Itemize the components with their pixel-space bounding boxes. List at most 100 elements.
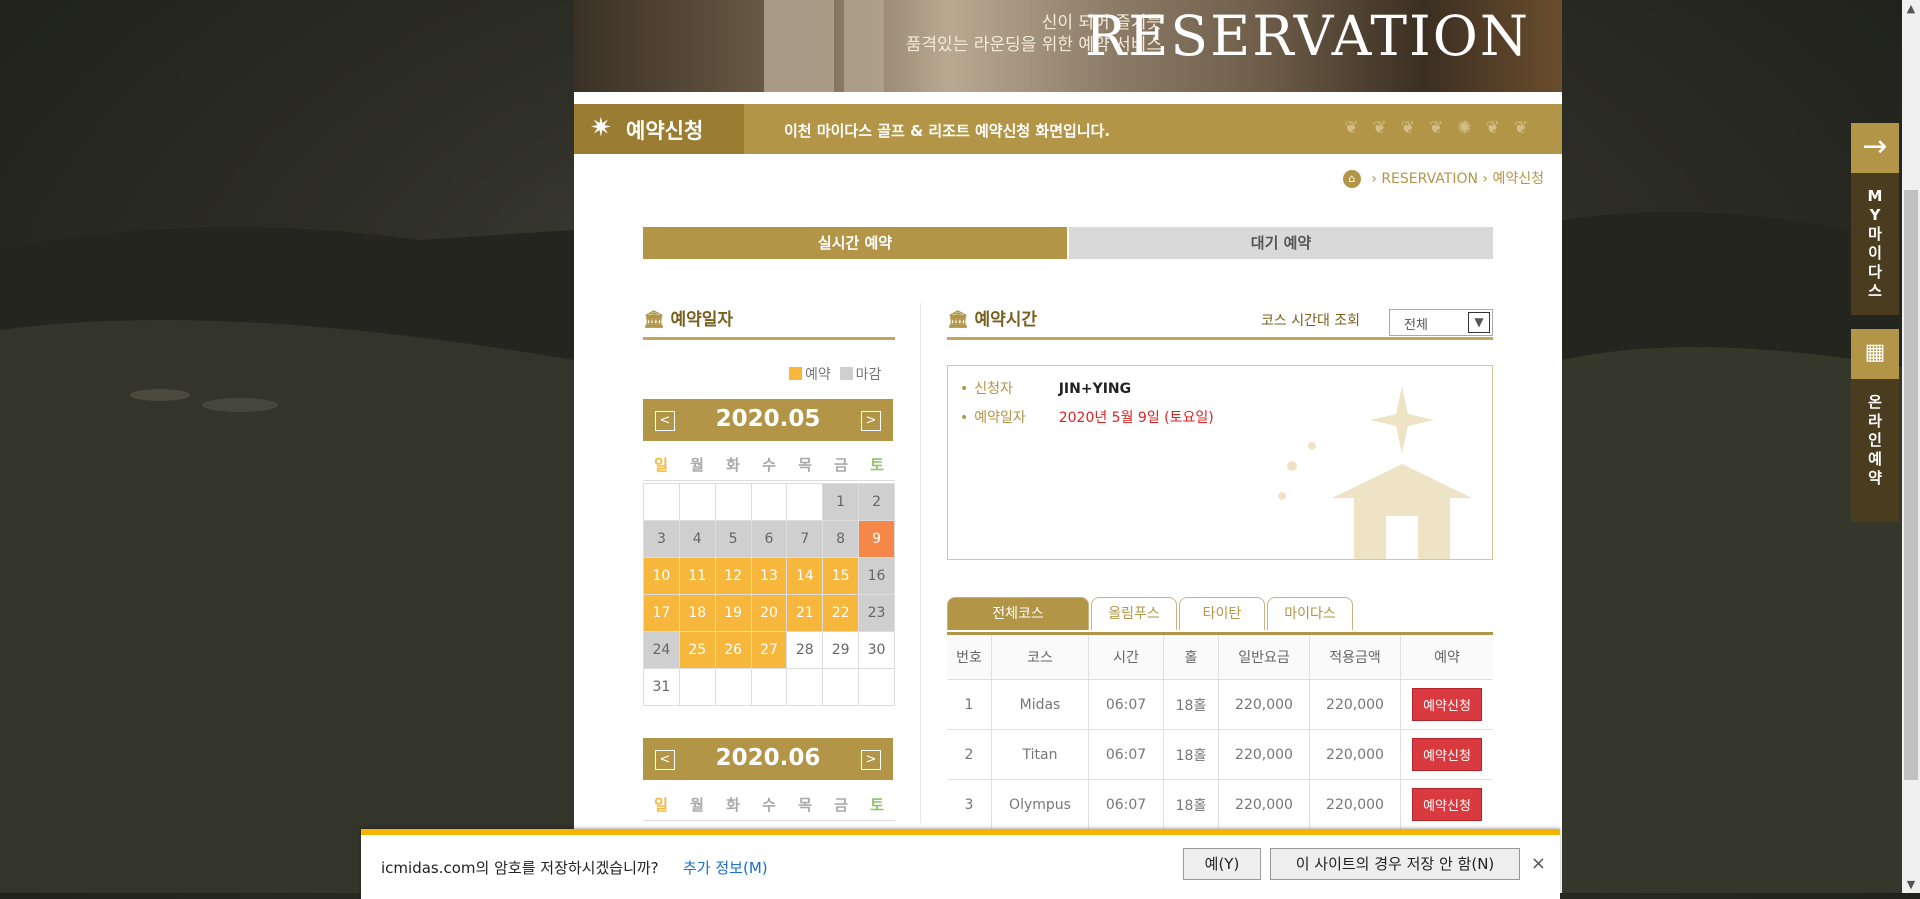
calendar-month-label: 2020.06 bbox=[715, 745, 821, 771]
star-icon: ✷ bbox=[590, 113, 612, 143]
weekday-label: 월 bbox=[690, 796, 704, 814]
date-section-title: 🏛 예약일자 bbox=[643, 310, 734, 330]
calendar-day: 5 bbox=[714, 520, 752, 558]
calendar-empty-cell bbox=[750, 483, 788, 521]
emblem-watermark bbox=[1278, 386, 1472, 559]
weekday-label: 일 bbox=[654, 796, 668, 814]
col-applied: 적용금액 bbox=[1309, 632, 1401, 680]
my-midas-button[interactable]: → MY마이다스 bbox=[1851, 123, 1899, 315]
tab-titan[interactable]: 타이탄 bbox=[1179, 597, 1265, 630]
cell-course: Titan bbox=[991, 729, 1089, 780]
weekday-label: 금 bbox=[834, 456, 848, 474]
calendar-day[interactable]: 9 bbox=[858, 520, 895, 558]
scroll-thumb[interactable] bbox=[1904, 190, 1918, 780]
calendar-day[interactable]: 17 bbox=[643, 594, 680, 632]
reserve-button[interactable]: 예약신청 bbox=[1412, 738, 1482, 771]
calendar-day[interactable]: 15 bbox=[822, 557, 860, 595]
reserve-button[interactable]: 예약신청 bbox=[1412, 688, 1482, 721]
col-course: 코스 bbox=[991, 632, 1089, 680]
calendar-empty-cell bbox=[822, 668, 860, 706]
calendar-day[interactable]: 27 bbox=[750, 631, 788, 669]
calendar-day: 8 bbox=[822, 520, 860, 558]
calendar-empty-cell bbox=[678, 668, 716, 706]
breadcrumb-section[interactable]: RESERVATION bbox=[1381, 171, 1478, 187]
calendar-day[interactable]: 26 bbox=[714, 631, 752, 669]
calendar-month-label: 2020.05 bbox=[715, 406, 821, 432]
reserve-button[interactable]: 예약신청 bbox=[1412, 788, 1482, 821]
cell-hole: 18홀 bbox=[1163, 779, 1219, 830]
weekday-label: 화 bbox=[726, 796, 740, 814]
tab-olympus[interactable]: 올림푸스 bbox=[1091, 597, 1177, 630]
col-number: 번호 bbox=[947, 632, 992, 680]
calendar-empty-cell bbox=[750, 668, 788, 706]
cell-hole: 18홀 bbox=[1163, 729, 1219, 780]
applicant-value: JIN+YING bbox=[1058, 381, 1132, 397]
calendar-day[interactable]: 21 bbox=[786, 594, 824, 632]
time-section-line bbox=[947, 337, 1493, 340]
col-hole: 홀 bbox=[1163, 632, 1219, 680]
calendar-day[interactable]: 14 bbox=[786, 557, 824, 595]
section-banner: ✷ 예약신청 이천 마이다스 골프 & 리조트 예약신청 화면입니다. ❦❦❦❦… bbox=[574, 104, 1562, 154]
tab-realtime[interactable]: 실시간 예약 bbox=[643, 227, 1067, 259]
calendar-day[interactable]: 10 bbox=[643, 557, 680, 595]
building-icon: 🏛 bbox=[947, 310, 969, 330]
never-save-button[interactable]: 이 사이트의 경우 저장 안 함(N) bbox=[1270, 848, 1520, 880]
date-row: • 예약일자 2020년 5월 9일 (토요일) bbox=[960, 410, 1214, 426]
vertical-scrollbar[interactable]: ▲ ▼ bbox=[1902, 0, 1920, 893]
section-description: 이천 마이다스 골프 & 리조트 예약신청 화면입니다. bbox=[784, 122, 1111, 140]
calendar-week-row: 31 bbox=[643, 668, 895, 706]
calendar-day: 7 bbox=[786, 520, 824, 558]
tab-midas[interactable]: 마이다스 bbox=[1267, 597, 1353, 630]
tab-waitlist[interactable]: 대기 예약 bbox=[1069, 227, 1493, 259]
close-icon[interactable]: × bbox=[1531, 853, 1546, 874]
calendar-day: 1 bbox=[822, 483, 860, 521]
calendar-day: 4 bbox=[678, 520, 716, 558]
next-month-button[interactable]: > bbox=[861, 750, 881, 770]
filter-label: 코스 시간대 조회 bbox=[1261, 313, 1361, 329]
scroll-down-icon[interactable]: ▼ bbox=[1902, 876, 1920, 893]
chevron-down-icon[interactable]: ▼ bbox=[1468, 312, 1490, 333]
more-info-link[interactable]: 추가 정보(M) bbox=[683, 857, 768, 878]
calendar-empty-cell bbox=[714, 483, 752, 521]
calendar-icon: ▦ bbox=[1851, 329, 1899, 379]
cell-time: 06:07 bbox=[1088, 679, 1164, 730]
tab-all-courses[interactable]: 전체코스 bbox=[947, 597, 1089, 630]
calendar-empty-cell bbox=[678, 483, 716, 521]
online-reservation-button[interactable]: ▦ 온라인예약 bbox=[1851, 329, 1899, 522]
hero-title: RESERVATION bbox=[1084, 4, 1530, 68]
calendar-day: 24 bbox=[643, 631, 680, 669]
col-time: 시간 bbox=[1088, 632, 1164, 680]
weekday-label: 토 bbox=[870, 796, 884, 814]
weekday-label: 토 bbox=[870, 456, 884, 474]
calendar-day[interactable]: 22 bbox=[822, 594, 860, 632]
home-icon[interactable]: ⌂ bbox=[1342, 170, 1361, 188]
calendar-day[interactable]: 25 bbox=[678, 631, 716, 669]
calendar-day[interactable]: 19 bbox=[714, 594, 752, 632]
calendar-day[interactable]: 18 bbox=[678, 594, 716, 632]
breadcrumb-current: 예약신청 bbox=[1492, 171, 1544, 187]
calendar-empty-cell bbox=[786, 483, 824, 521]
weekday-label: 일 bbox=[654, 456, 668, 474]
next-month-button[interactable]: > bbox=[861, 411, 881, 431]
weekday-label: 월 bbox=[690, 456, 704, 474]
cell-reserve: 예약신청 bbox=[1400, 729, 1493, 780]
cell-fee: 220,000 bbox=[1218, 679, 1310, 730]
calendar-day[interactable]: 20 bbox=[750, 594, 788, 632]
table-row: 3 Olympus 06:07 18홀 220,000 220,000 예약신청 bbox=[947, 779, 1493, 830]
calendar-day[interactable]: 13 bbox=[750, 557, 788, 595]
calendar-header-june: < 2020.06 > bbox=[643, 738, 893, 780]
time-filter-select[interactable]: 전체 ▼ bbox=[1389, 309, 1493, 336]
calendar-day[interactable]: 11 bbox=[678, 557, 716, 595]
calendar-day: 16 bbox=[858, 557, 895, 595]
col-fee: 일반요금 bbox=[1218, 632, 1310, 680]
calendar-day[interactable]: 12 bbox=[714, 557, 752, 595]
calendar-empty-cell bbox=[643, 483, 680, 521]
save-yes-button[interactable]: 예(Y) bbox=[1183, 848, 1261, 880]
calendar-grid-may: 1 2 3 4 5 6 7 8 9 10 11 12 13 14 15 16 17 18 19 20 21 22 23 24 2… bbox=[643, 483, 895, 706]
cell-applied: 220,000 bbox=[1309, 779, 1401, 830]
weekday-label: 목 bbox=[798, 456, 812, 474]
scroll-up-icon[interactable]: ▲ bbox=[1902, 0, 1920, 17]
calendar-week-row: 12 bbox=[643, 483, 895, 521]
building-icon: 🏛 bbox=[643, 310, 665, 330]
table-row: 1 Midas 06:07 18홀 220,000 220,000 예약신청 bbox=[947, 679, 1493, 730]
